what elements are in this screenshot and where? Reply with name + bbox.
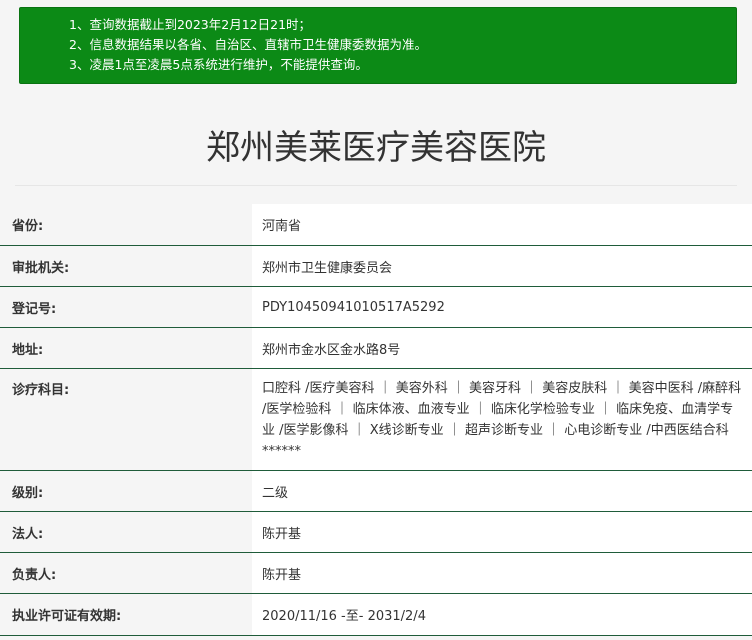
row-value: 郑州市金水区金水路8号 <box>252 328 752 368</box>
row-value: 陈开基 <box>252 512 752 552</box>
table-row-person-in-charge: 负责人: 陈开基 <box>0 553 752 594</box>
page-title: 郑州美莱医疗美容医院 <box>206 128 546 168</box>
row-label: 级别: <box>0 471 252 511</box>
table-row-province: 省份: 河南省 <box>0 204 752 246</box>
row-label: 地址: <box>0 328 252 368</box>
row-value: 二级 <box>252 471 752 511</box>
notice-line: 1、查询数据截止到2023年2月12日21时； <box>69 17 312 32</box>
row-label: 登记号: <box>0 287 252 327</box>
row-label: 诊疗科目: <box>0 369 252 470</box>
table-row-level: 级别: 二级 <box>0 471 752 512</box>
table-row-registration-number: 登记号: PDY10450941010517A5292 <box>0 287 752 328</box>
row-label: 省份: <box>0 204 252 245</box>
row-label: 法人: <box>0 512 252 552</box>
row-value: 郑州市卫生健康委员会 <box>252 246 752 286</box>
row-value: 2020/11/16 -至- 2031/2/4 <box>252 594 752 635</box>
row-value: 口腔科 /医疗美容科 ｜ 美容外科 ｜ 美容牙科 ｜ 美容皮肤科 ｜ 美容中医科… <box>252 369 752 470</box>
row-label: 审批机关: <box>0 246 252 286</box>
notice-line: 3、凌晨1点至凌晨5点系统进行维护，不能提供查询。 <box>69 57 368 72</box>
table-row-address: 地址: 郑州市金水区金水路8号 <box>0 328 752 369</box>
table-row-departments: 诊疗科目: 口腔科 /医疗美容科 ｜ 美容外科 ｜ 美容牙科 ｜ 美容皮肤科 ｜… <box>0 369 752 471</box>
row-value: 河南省 <box>252 204 752 245</box>
notice-banner: 1、查询数据截止到2023年2月12日21时； 2、信息数据结果以各省、自治区、… <box>19 7 737 84</box>
title-divider <box>15 185 737 186</box>
row-label: 执业许可证有效期: <box>0 594 252 635</box>
row-label: 负责人: <box>0 553 252 593</box>
info-table: 省份: 河南省 审批机关: 郑州市卫生健康委员会 登记号: PDY1045094… <box>0 204 752 636</box>
table-row-legal-person: 法人: 陈开基 <box>0 512 752 553</box>
row-value: PDY10450941010517A5292 <box>252 287 752 327</box>
table-row-license-validity: 执业许可证有效期: 2020/11/16 -至- 2031/2/4 <box>0 594 752 636</box>
row-value: 陈开基 <box>252 553 752 593</box>
table-row-approval-authority: 审批机关: 郑州市卫生健康委员会 <box>0 246 752 287</box>
notice-line: 2、信息数据结果以各省、自治区、直辖市卫生健康委数据为准。 <box>69 37 427 52</box>
